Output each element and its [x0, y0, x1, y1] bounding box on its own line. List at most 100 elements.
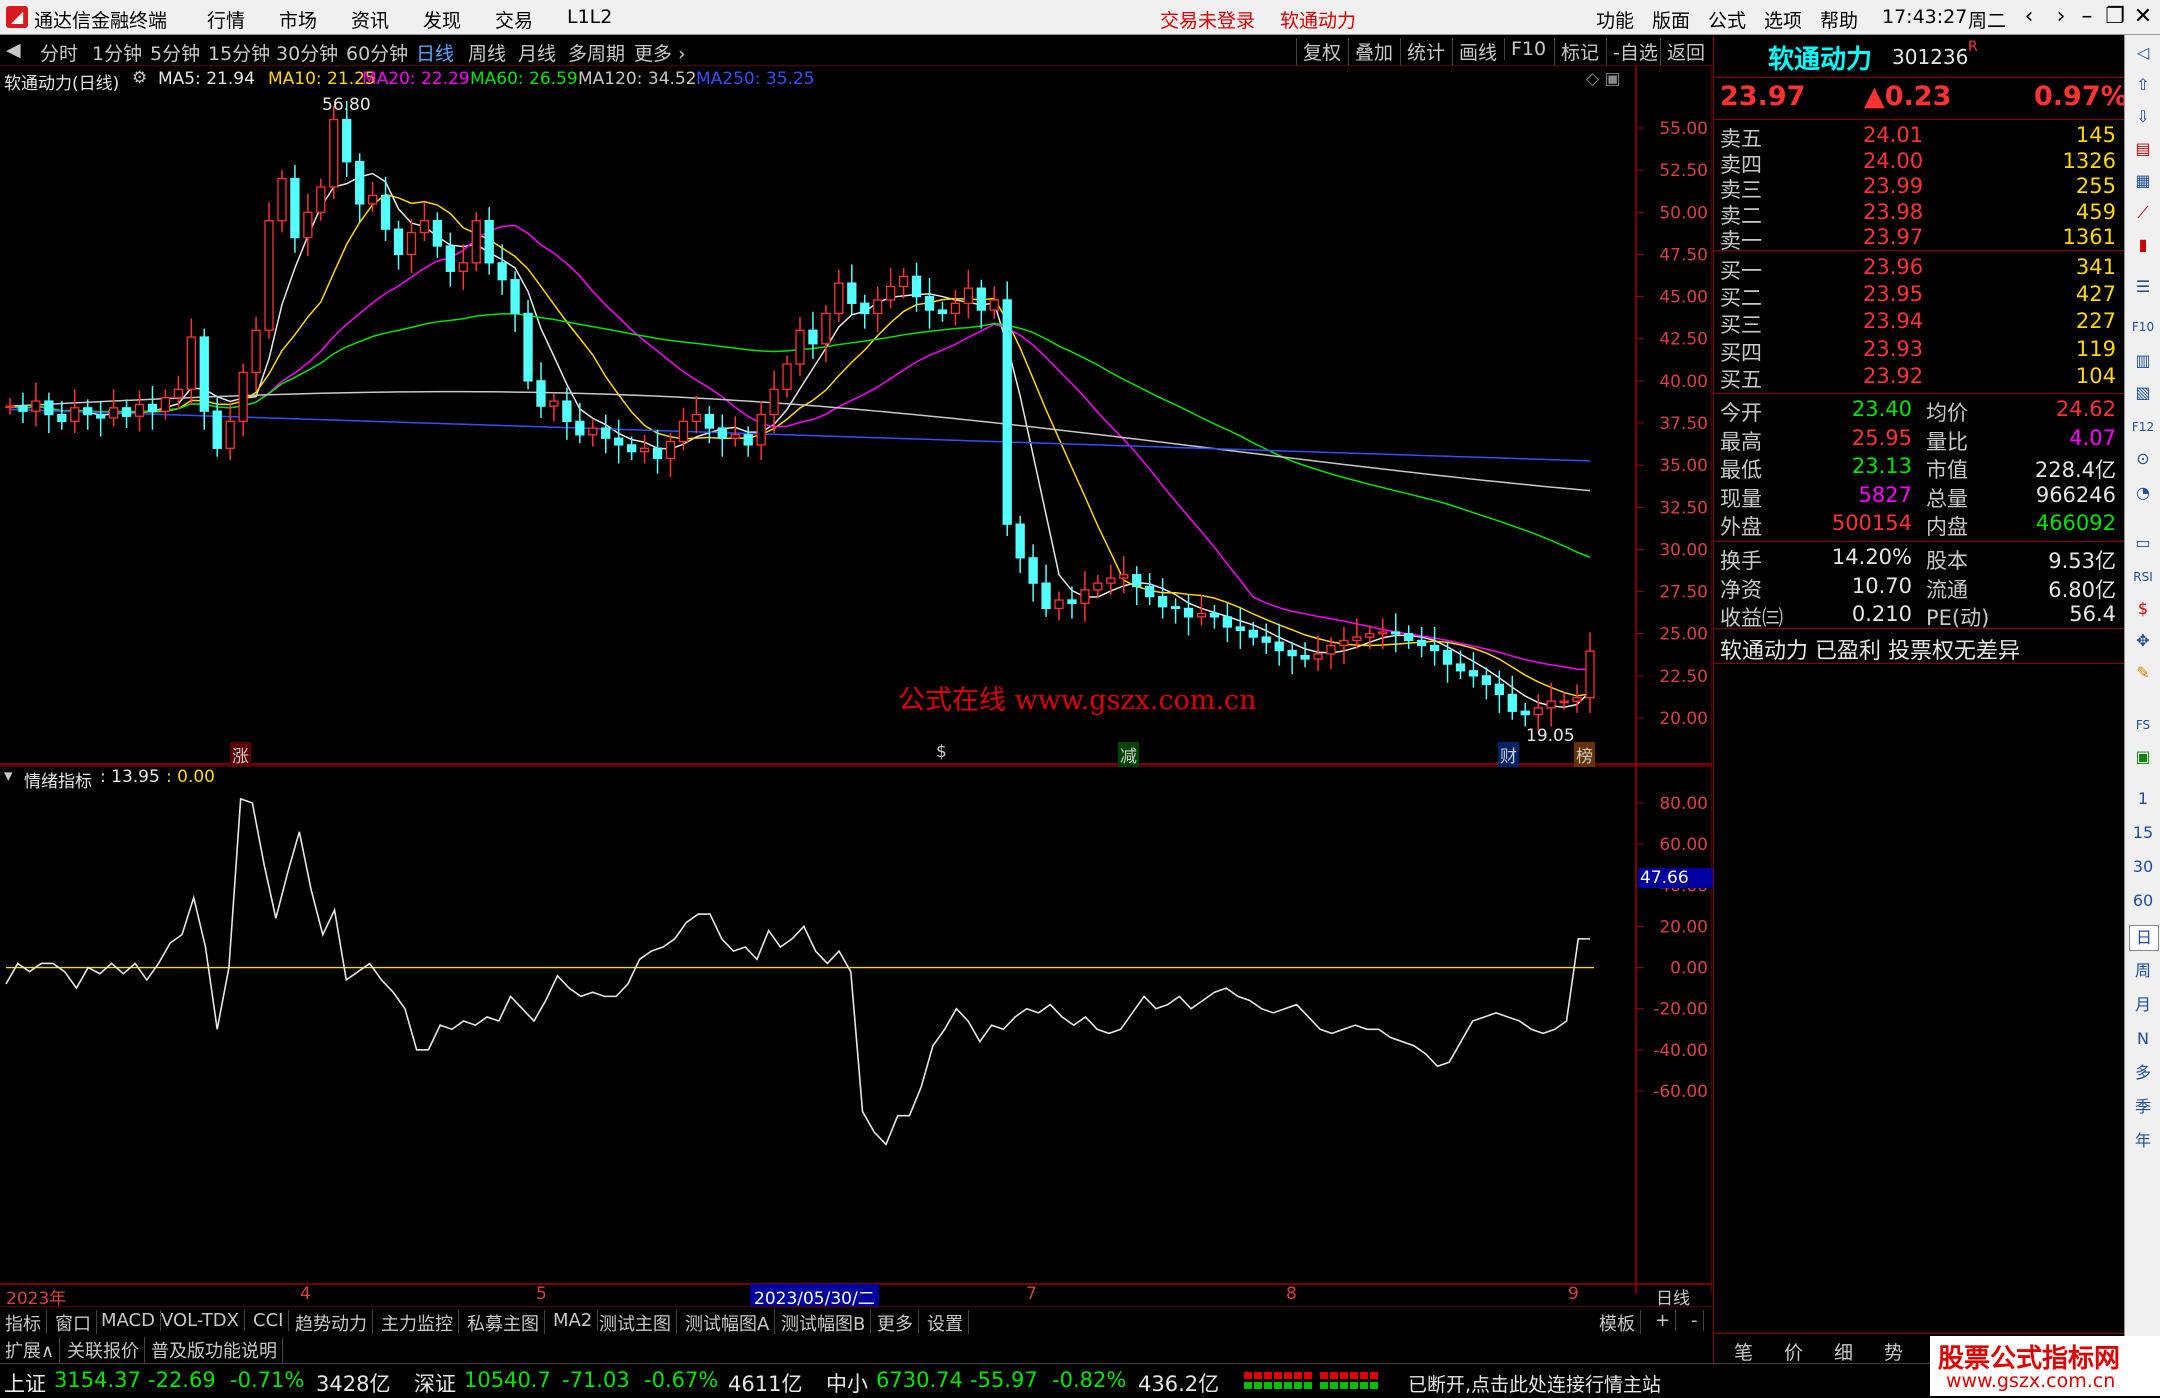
ask-row[interactable]: 卖一 23.97 1361: [1718, 225, 2122, 253]
marker-limit-up[interactable]: 涨: [230, 742, 251, 767]
remove-window-button[interactable]: -: [1686, 1310, 1704, 1331]
side-period-multi[interactable]: 多: [2129, 1061, 2157, 1085]
indicator-tab[interactable]: 私募主图: [462, 1310, 545, 1336]
indicator-collapse-icon[interactable]: ▾: [4, 766, 13, 786]
indicator-tab[interactable]: MACD: [96, 1310, 161, 1331]
search-icon[interactable]: ⊙: [2129, 447, 2157, 471]
indicator-tab[interactable]: CCI: [248, 1310, 290, 1331]
expand-button[interactable]: 扩展∧: [0, 1337, 61, 1363]
chart-icon[interactable]: ▤: [2129, 137, 2157, 161]
indicator-tab[interactable]: 指标: [0, 1310, 47, 1336]
indicator-tab[interactable]: 设置: [922, 1310, 969, 1336]
period-5min[interactable]: 5分钟: [150, 39, 200, 66]
side-period-60[interactable]: 60: [2129, 889, 2157, 913]
f12-icon[interactable]: F12: [2129, 415, 2157, 439]
ask-row[interactable]: 卖二 23.98 459: [1718, 200, 2122, 228]
period-weekly[interactable]: 周线: [468, 39, 506, 66]
bid-row[interactable]: 买三 23.94 227: [1718, 309, 2122, 337]
period-1min[interactable]: 1分钟: [92, 39, 142, 66]
trade-login-status[interactable]: 交易未登录: [1160, 6, 1255, 33]
bid-row[interactable]: 买四 23.93 119: [1718, 337, 2122, 365]
return-button[interactable]: 返回: [1660, 38, 1711, 65]
bid-row[interactable]: 买二 23.95 427: [1718, 282, 2122, 310]
candle-icon[interactable]: ▮: [2129, 233, 2157, 257]
monitor-icon[interactable]: ▭: [2129, 531, 2157, 555]
grid-icon[interactable]: ▥: [2129, 349, 2157, 373]
menu-quotes[interactable]: 行情: [207, 6, 245, 33]
remove-watchlist-button[interactable]: -自选: [1606, 38, 1664, 65]
side-period-year[interactable]: 年: [2129, 1129, 2157, 1153]
template-button[interactable]: 模板: [1594, 1310, 1641, 1336]
side-period-1[interactable]: 1: [2129, 787, 2157, 811]
side-period-15[interactable]: 15: [2129, 821, 2157, 845]
menu-function[interactable]: 功能: [1596, 6, 1634, 33]
indicator-tab[interactable]: 趋势动力: [290, 1310, 373, 1336]
period-30min[interactable]: 30分钟: [276, 39, 338, 66]
indicator-tab[interactable]: 主力监控: [376, 1310, 459, 1336]
pencil-icon[interactable]: ✎: [2129, 661, 2157, 685]
green-box-icon[interactable]: ▣: [2129, 745, 2157, 769]
draw-line-button[interactable]: 画线: [1452, 38, 1503, 65]
feature-guide-tab[interactable]: 普及版功能说明: [146, 1337, 283, 1363]
sz-index-name[interactable]: 深证: [414, 1368, 456, 1398]
marker-finance[interactable]: 财: [1498, 742, 1519, 767]
table-icon[interactable]: ▦: [2129, 169, 2157, 193]
side-period-quarter[interactable]: 季: [2129, 1095, 2157, 1119]
menu-formula[interactable]: 公式: [1708, 6, 1746, 33]
ask-row[interactable]: 卖五 24.01 145: [1718, 123, 2122, 151]
menu-options[interactable]: 选项: [1764, 6, 1802, 33]
tab-tick[interactable]: 笔: [1734, 1338, 1753, 1365]
menu-trade[interactable]: 交易: [495, 6, 533, 33]
collapse-left-icon[interactable]: ◀: [6, 39, 21, 61]
left-arrow-icon[interactable]: ◁: [2129, 41, 2157, 65]
list-icon[interactable]: ☰: [2129, 275, 2157, 299]
add-window-button[interactable]: +: [1650, 1310, 1677, 1331]
chart-area[interactable]: 55.00 52.50 50.00 47.50 45.00 42.50 40.00 37.50…: [0, 66, 1714, 1309]
minimize-icon[interactable]: –: [2072, 4, 2102, 29]
chart-diamond-icon[interactable]: ◇ ▣: [1586, 69, 1621, 89]
ask-row[interactable]: 卖三 23.99 255: [1718, 174, 2122, 202]
marker-dollar[interactable]: $: [936, 742, 947, 762]
mark-button[interactable]: 标记: [1554, 38, 1605, 65]
rsi-icon[interactable]: RSI: [2129, 565, 2157, 589]
move-icon[interactable]: ✥: [2129, 629, 2157, 653]
indicator-tab[interactable]: 窗口: [50, 1310, 97, 1336]
marker-reduce[interactable]: 减: [1118, 742, 1139, 767]
sh-index-name[interactable]: 上证: [4, 1368, 46, 1398]
period-multi[interactable]: 多周期: [568, 39, 625, 66]
period-15min[interactable]: 15分钟: [208, 39, 270, 66]
chart-canvas[interactable]: 55.00 52.50 50.00 47.50 45.00 42.50 40.00 37.50…: [0, 66, 1712, 1294]
indicator-tab[interactable]: 测试主图: [594, 1310, 677, 1336]
back-arrow-icon[interactable]: ‹: [2014, 4, 2044, 29]
tab-trend[interactable]: 势: [1884, 1338, 1903, 1365]
adjust-button[interactable]: 复权: [1296, 38, 1347, 65]
menu-layout[interactable]: 版面: [1652, 6, 1690, 33]
side-period-month[interactable]: 月: [2129, 993, 2157, 1017]
chart-settings-icon[interactable]: ⚙: [132, 68, 147, 88]
bell-icon[interactable]: ◔: [2129, 481, 2157, 505]
menu-discover[interactable]: 发现: [423, 6, 461, 33]
marker-ranking[interactable]: 榜: [1574, 742, 1595, 767]
period-intraday[interactable]: 分时: [40, 39, 78, 66]
connection-status[interactable]: 已断开,点击此处连接行情主站: [1408, 1370, 1661, 1397]
bid-row[interactable]: 买一 23.96 341: [1718, 255, 2122, 283]
side-period-week[interactable]: 周: [2129, 959, 2157, 983]
close-icon[interactable]: ✕: [2128, 4, 2158, 29]
f10-icon[interactable]: F10: [2129, 315, 2157, 339]
indicator-tab[interactable]: 测试幅图B: [776, 1310, 872, 1336]
menu-help[interactable]: 帮助: [1820, 6, 1858, 33]
menu-news[interactable]: 资讯: [351, 6, 389, 33]
period-daily[interactable]: 日线: [416, 39, 454, 66]
trend-icon[interactable]: ⟋: [2129, 201, 2157, 225]
up-arrow-icon[interactable]: ⇧: [2129, 73, 2157, 97]
bid-row[interactable]: 买五 23.92 104: [1718, 364, 2122, 392]
indicator-tab[interactable]: MA2: [548, 1310, 599, 1331]
side-period-30[interactable]: 30: [2129, 855, 2157, 879]
menu-l1l2[interactable]: L1L2: [567, 6, 612, 28]
tab-detail[interactable]: 细: [1834, 1338, 1853, 1365]
f10-button[interactable]: F10: [1504, 38, 1552, 60]
menu-market[interactable]: 市场: [279, 6, 317, 33]
related-quotes-tab[interactable]: 关联报价: [62, 1337, 145, 1363]
period-60min[interactable]: 60分钟: [346, 39, 408, 66]
bars-icon[interactable]: ▧: [2129, 381, 2157, 405]
